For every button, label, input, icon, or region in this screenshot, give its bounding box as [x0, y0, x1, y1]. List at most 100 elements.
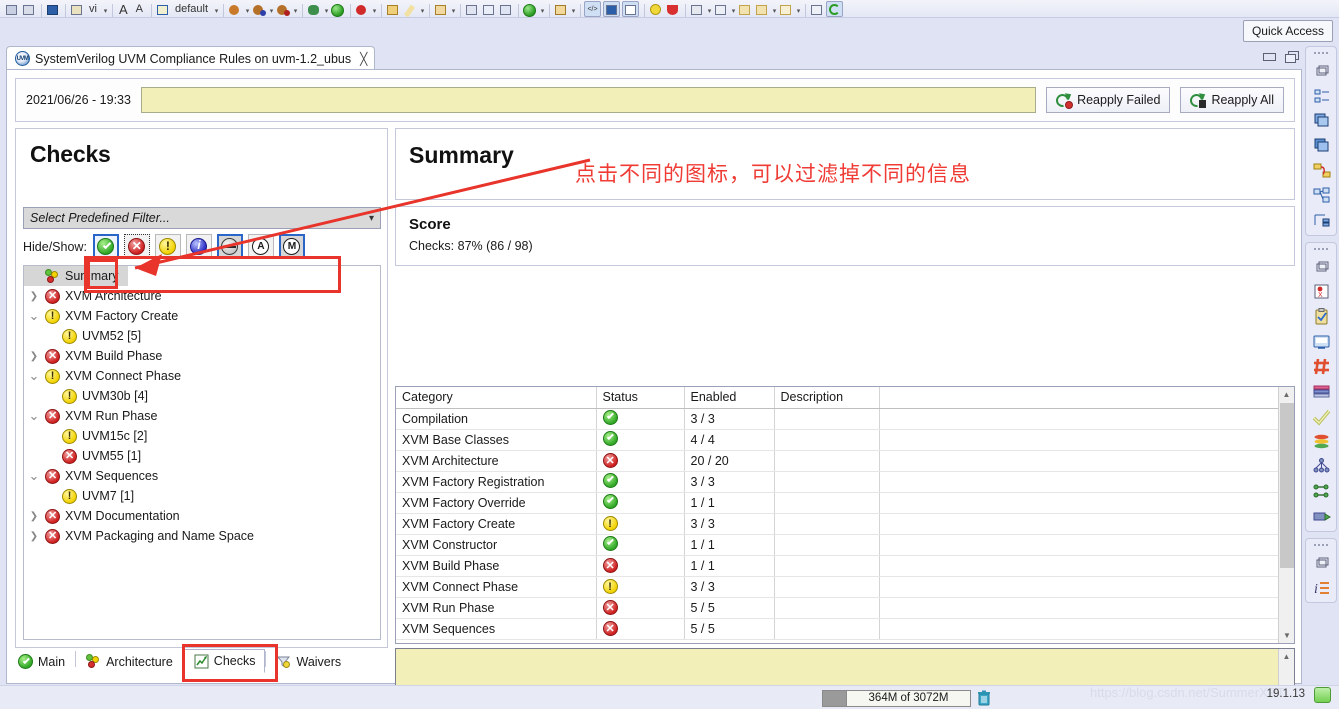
toolbar-save-all-icon[interactable]	[21, 1, 36, 17]
toolbar-refresh-icon[interactable]	[826, 1, 843, 17]
restore-icon[interactable]	[1310, 255, 1332, 277]
tree-item[interactable]: Summary	[24, 266, 128, 286]
tree-item[interactable]: ✕ UVM55 [1]	[24, 446, 380, 466]
editor-tab[interactable]: UVM SystemVerilog UVM Compliance Rules o…	[6, 46, 376, 70]
tree-item[interactable]: ⌄! XVM Factory Create	[24, 306, 380, 326]
table-row[interactable]: XVM Architecture ✕ 20 / 20	[396, 450, 1279, 472]
relation-icon[interactable]	[1310, 159, 1332, 181]
chevron-down-icon[interactable]: ▾	[292, 3, 299, 17]
toolbar-new-wizard-icon[interactable]	[433, 1, 448, 17]
toolbar-open-folder-icon[interactable]	[385, 1, 400, 17]
chevron-down-icon[interactable]: ▾	[244, 3, 251, 17]
outline-icon[interactable]	[1310, 84, 1332, 106]
table-row[interactable]: XVM Factory Create! 3 / 3	[396, 513, 1279, 535]
drag-handle[interactable]	[1314, 246, 1328, 252]
chevron-down-icon[interactable]: ▾	[102, 3, 109, 17]
tab-checks[interactable]: Checks	[183, 649, 266, 673]
filter-warning-button[interactable]: !	[154, 234, 181, 259]
tree-filter-icon[interactable]	[1310, 209, 1332, 231]
scroll-down-icon[interactable]: ▼	[1279, 628, 1294, 643]
column-header[interactable]: Enabled	[684, 387, 775, 409]
toolbar-default-label[interactable]: default	[172, 1, 211, 17]
green-status-icon[interactable]	[1314, 687, 1331, 703]
chevron-down-icon[interactable]: ▾	[323, 3, 330, 17]
reapply-all-button[interactable]: Reapply All	[1180, 87, 1284, 113]
chevron-down-icon[interactable]: ⌄	[28, 468, 40, 484]
toolbar-compare-icon[interactable]	[498, 1, 513, 17]
layers-icon[interactable]	[1310, 430, 1332, 452]
font-decrease-icon[interactable]: A	[116, 1, 131, 17]
toolbar-save-icon[interactable]	[4, 1, 19, 17]
scrollbar-thumb[interactable]	[1280, 403, 1294, 568]
export-icon[interactable]	[1310, 505, 1332, 527]
column-header[interactable]: Description	[774, 387, 880, 409]
table-icon[interactable]	[1310, 380, 1332, 402]
toolbar-stop-icon[interactable]	[354, 1, 369, 17]
chevron-down-icon[interactable]: ▾	[268, 3, 275, 17]
scroll-up-icon[interactable]: ▲	[1279, 387, 1294, 402]
toolbar-checklist-icon[interactable]	[689, 1, 704, 17]
table-row[interactable]: XVM Constructor 1 / 1	[396, 534, 1279, 556]
filter-disabled-button[interactable]	[216, 234, 243, 259]
reapply-failed-button[interactable]: Reapply Failed	[1046, 87, 1171, 113]
hash-icon[interactable]	[1310, 355, 1332, 377]
tree-item[interactable]: ⌄! XVM Connect Phase	[24, 366, 380, 386]
chevron-down-icon[interactable]: ▾	[795, 3, 802, 17]
table-row[interactable]: XVM Sequences ✕ 5 / 5	[396, 618, 1279, 640]
chevron-down-icon[interactable]: ▾	[371, 3, 378, 17]
chevron-right-icon[interactable]: ❯	[28, 511, 40, 522]
chevron-down-icon[interactable]: ▾	[539, 3, 546, 17]
restore-icon[interactable]	[1310, 59, 1332, 81]
column-header[interactable]: Status	[596, 387, 685, 409]
tree-item[interactable]: ❯ ✕ XVM Documentation	[24, 506, 380, 526]
toolbar-bug-icon[interactable]	[306, 1, 321, 17]
filter-pass-button[interactable]	[92, 234, 119, 259]
toolbar-debug-red-icon[interactable]	[275, 1, 290, 17]
table-row[interactable]: Compilation 3 / 3	[396, 408, 1279, 430]
toolbar-panel-icon[interactable]	[603, 1, 620, 17]
toolbar-debug-blue-icon[interactable]	[251, 1, 266, 17]
tree-item[interactable]: ! UVM7 [1]	[24, 486, 380, 506]
table-row[interactable]: XVM Run Phase ✕ 5 / 5	[396, 597, 1279, 619]
filter-manual-button[interactable]: M	[278, 234, 305, 259]
filter-fail-button[interactable]: ✕	[123, 234, 150, 259]
chevron-right-icon[interactable]: ❯	[28, 351, 40, 362]
restore-icon[interactable]	[1310, 551, 1332, 573]
toolbar-validate-icon[interactable]	[522, 1, 537, 17]
network-icon[interactable]	[1310, 455, 1332, 477]
chevron-down-icon[interactable]: ▾	[730, 3, 737, 17]
drag-handle[interactable]	[1314, 50, 1328, 56]
chevron-down-icon[interactable]: ⌄	[28, 408, 40, 424]
toolbar-vi-label[interactable]: vi	[86, 1, 100, 17]
stack-icon[interactable]	[1310, 109, 1332, 131]
toolbar-wave-icon[interactable]	[622, 1, 639, 17]
info-list-icon[interactable]: i	[1310, 576, 1332, 598]
toolbar-console-icon[interactable]	[45, 1, 60, 17]
toolbar-lightbulb-icon[interactable]	[648, 1, 663, 17]
chevron-down-icon[interactable]: ▾	[419, 3, 426, 17]
toolbar-debug-icon[interactable]	[227, 1, 242, 17]
chevron-right-icon[interactable]: ❯	[28, 291, 40, 302]
stack2-icon[interactable]	[1310, 134, 1332, 156]
toolbar-copy-icon[interactable]	[464, 1, 479, 17]
monitor-icon[interactable]	[1310, 330, 1332, 352]
checkmark-icon[interactable]	[1310, 405, 1332, 427]
table-row[interactable]: XVM Factory Override 1 / 1	[396, 492, 1279, 514]
column-header[interactable]: Category	[396, 387, 597, 409]
chevron-down-icon[interactable]: ▾	[706, 3, 713, 17]
table-row[interactable]: XVM Connect Phase! 3 / 3	[396, 576, 1279, 598]
toolbar-shield-icon[interactable]	[665, 1, 680, 17]
toolbar-tag2-icon[interactable]	[754, 1, 769, 17]
tree-item[interactable]: ! UVM52 [5]	[24, 326, 380, 346]
toolbar-filter-icon[interactable]	[713, 1, 728, 17]
scroll-up-icon[interactable]: ▲	[1279, 649, 1294, 664]
tree-item[interactable]: ! UVM30b [4]	[24, 386, 380, 406]
toolbar-run-icon[interactable]	[330, 1, 345, 17]
chevron-down-icon[interactable]: ▾	[771, 3, 778, 17]
tree-item[interactable]: ❯ ✕ XVM Packaging and Name Space	[24, 526, 380, 546]
toolbar-code-icon[interactable]: </>	[584, 1, 601, 17]
chevron-down-icon[interactable]: ⌄	[28, 368, 40, 384]
toolbar-columns-icon[interactable]	[69, 1, 84, 17]
close-icon[interactable]: ╳	[360, 52, 367, 66]
tree-item[interactable]: ! UVM15c [2]	[24, 426, 380, 446]
